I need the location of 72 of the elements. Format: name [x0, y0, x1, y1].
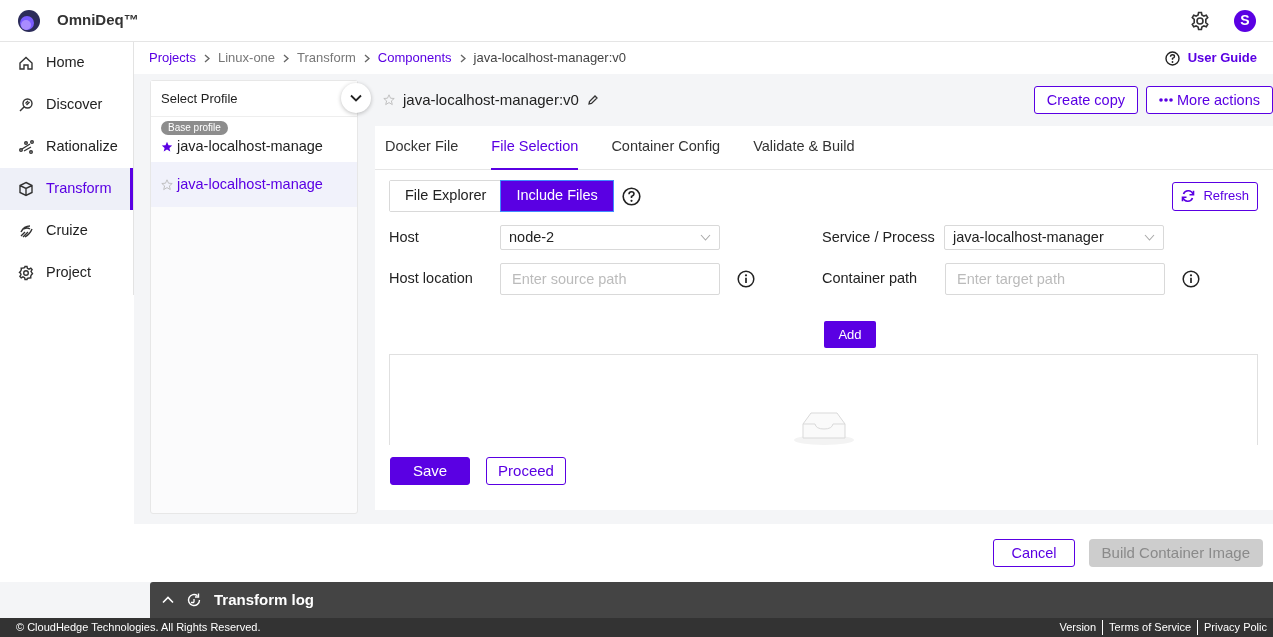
- profile-badge: Base profile: [161, 121, 228, 136]
- sidebar-item[interactable]: Home: [0, 42, 133, 84]
- field-label: Container path: [822, 269, 919, 289]
- info-icon: [1182, 270, 1200, 288]
- chevron-icon: [203, 53, 210, 63]
- breadcrumb-item: Linux-one: [217, 49, 276, 68]
- input-field[interactable]: Enter source path: [500, 263, 720, 295]
- chevron-icon: [459, 53, 466, 63]
- user-avatar[interactable]: S: [1234, 9, 1256, 32]
- help-icon: [621, 186, 641, 206]
- profile-item[interactable]: java-localhost-manage: [151, 162, 357, 207]
- input-field[interactable]: Enter target path: [945, 263, 1165, 295]
- history-icon: [186, 592, 202, 608]
- dots-icon: [1159, 98, 1173, 102]
- copyright-text: © CloudHedge Technologies. All Rights Reserved.: [16, 620, 261, 636]
- app-name: OmniDeq™: [57, 10, 139, 31]
- sidebar-item[interactable]: Cruize: [0, 210, 133, 252]
- footer-link[interactable]: Terms of Service: [1102, 620, 1198, 635]
- select-field[interactable]: java-localhost-manager: [944, 225, 1164, 250]
- action-button[interactable]: Cancel: [993, 539, 1075, 567]
- field-label: Host location: [389, 269, 474, 289]
- toggle-option[interactable]: Include Files: [501, 181, 613, 211]
- sidebar-item[interactable]: Project: [0, 252, 133, 294]
- magnifier-icon: [18, 97, 34, 113]
- profile-name: java-localhost-manage: [177, 174, 323, 194]
- chevron-icon: [283, 53, 290, 63]
- chevron-up-icon: [162, 596, 174, 604]
- breadcrumb-item: java-localhost-manager:v0: [473, 49, 626, 68]
- add-button[interactable]: Add: [824, 321, 876, 348]
- action-button[interactable]: Create copy: [1033, 86, 1138, 114]
- proceed-button[interactable]: Proceed: [486, 457, 566, 485]
- chevron-down-icon: [1144, 234, 1155, 241]
- collapse-button[interactable]: [341, 83, 371, 113]
- pencil-icon[interactable]: [586, 94, 599, 106]
- chevron-icon: [363, 53, 370, 63]
- field-label: Host: [389, 227, 420, 247]
- help-icon: [1164, 50, 1180, 66]
- field-label: Service / Process: [822, 227, 936, 247]
- breadcrumb-item: Transform: [297, 49, 356, 68]
- logo-icon: [17, 8, 41, 33]
- component-title: java-localhost-manager:v0: [403, 89, 579, 110]
- tab[interactable]: Container Config: [611, 126, 721, 170]
- refresh-button[interactable]: Refresh: [1172, 181, 1258, 211]
- save-button[interactable]: Save: [390, 457, 470, 485]
- profile-name: java-localhost-manage: [177, 137, 323, 157]
- fingerprint-icon: [18, 223, 34, 239]
- footer-link[interactable]: Version: [1053, 620, 1103, 635]
- chevron-down-icon: [350, 94, 362, 102]
- gear-icon: [18, 265, 34, 281]
- footer-link[interactable]: Privacy Polic: [1197, 620, 1273, 635]
- settings-icon[interactable]: [1190, 10, 1210, 31]
- profile-item[interactable]: Base profile java-localhost-manage: [151, 117, 357, 162]
- tab[interactable]: Validate & Build: [753, 126, 855, 170]
- log-panel[interactable]: Transform log: [150, 582, 1273, 618]
- sidebar-item[interactable]: Rationalize: [0, 126, 133, 168]
- panel-title: Transform log: [214, 589, 314, 610]
- cube-icon: [18, 181, 34, 197]
- user-guide-link[interactable]: User Guide: [1187, 48, 1257, 68]
- refresh-icon: [1181, 189, 1196, 203]
- breadcrumb-link[interactable]: Projects: [149, 48, 196, 68]
- more-actions-button[interactable]: More actions: [1146, 86, 1273, 114]
- panel-title: Select Profile: [161, 89, 238, 108]
- breadcrumb-link[interactable]: Components: [377, 48, 452, 68]
- home-icon: [18, 55, 34, 71]
- chevron-down-icon: [700, 234, 711, 241]
- sidebar-item[interactable]: Discover: [0, 84, 133, 126]
- info-icon: [737, 270, 755, 288]
- tab[interactable]: File Selection: [491, 126, 579, 170]
- sidebar-item[interactable]: Transform: [0, 168, 133, 210]
- tab[interactable]: Docker File: [385, 126, 459, 170]
- select-field[interactable]: node-2: [500, 225, 720, 250]
- nodes-icon: [18, 139, 34, 155]
